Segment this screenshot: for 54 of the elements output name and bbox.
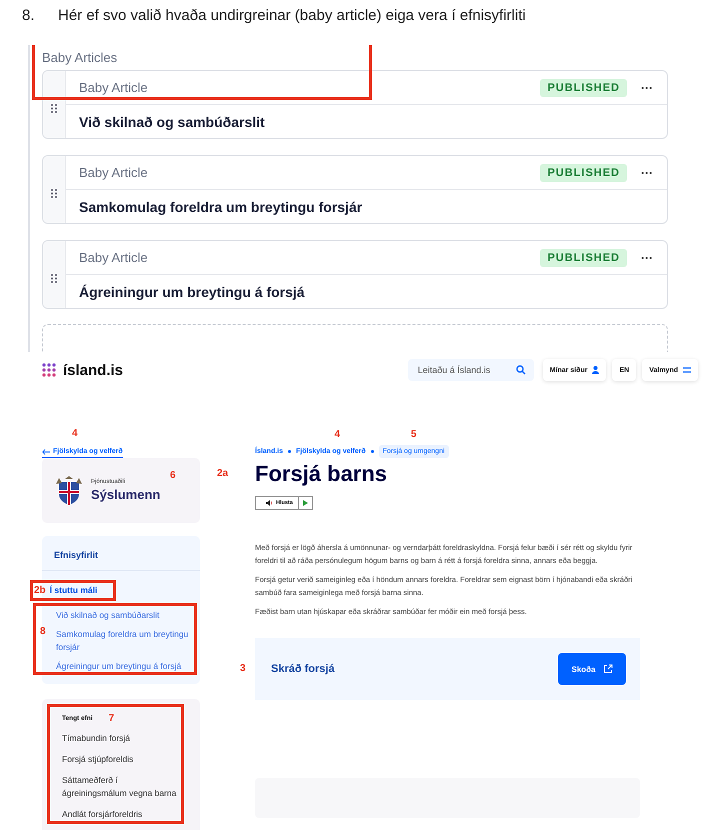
step-text: Hér ef svo valið hvaða undirgreinar (baby article) eiga vera í efnisyfirliti [58, 7, 526, 26]
related-link[interactable]: Andlát forsjárforeldris [62, 808, 181, 821]
cta-title: Skráð forsjá [271, 663, 335, 675]
step-number: 8. [22, 7, 36, 26]
speaker-icon [266, 500, 273, 506]
more-menu-button[interactable]: ··· [639, 166, 655, 180]
play-button[interactable] [298, 496, 313, 510]
arrow-left-icon [42, 448, 50, 454]
more-menu-button[interactable]: ··· [639, 250, 655, 264]
site-logo[interactable]: ísland.is [63, 362, 124, 378]
related-link[interactable]: Forsjá stjúpforeldis [62, 753, 181, 766]
view-button[interactable]: Skoða [558, 653, 626, 685]
annotation-number: 6 [170, 470, 176, 483]
breadcrumb-separator-icon [288, 450, 292, 453]
status-badge: PUBLISHED [540, 248, 627, 266]
play-icon [302, 500, 308, 506]
annotation-number: 8 [40, 626, 46, 639]
coat-of-arms-icon [56, 476, 82, 506]
toc-link[interactable]: Við skilnað og sambúðarslit [56, 609, 194, 622]
related-link[interactable]: Sáttameðferð í ágreiningsmálum vegna barna [62, 774, 181, 800]
toc-title: Efnisyfirlit [42, 540, 200, 571]
article-title[interactable]: Ágreiningur um breytingu á forsjá [66, 275, 667, 308]
organization-name[interactable]: Sýslumenn [91, 487, 160, 502]
status-badge: PUBLISHED [540, 78, 627, 96]
more-menu-button[interactable]: ··· [639, 80, 655, 94]
annotation-number: 2b [34, 585, 46, 596]
annotation-number: 4 [334, 429, 340, 442]
article-title: Forsjá barns [255, 460, 388, 488]
search-field[interactable]: Leitaðu á Ísland.is [408, 359, 534, 381]
drag-handle-icon[interactable] [51, 274, 57, 283]
type-label: Baby Article [79, 165, 149, 180]
breadcrumb-separator-icon [370, 450, 374, 453]
menu-icon [683, 367, 691, 373]
annotation-number: 7 [108, 713, 114, 724]
external-link-icon [602, 664, 612, 674]
related-link[interactable]: Tímabundin forsjá [62, 732, 181, 745]
type-label: Baby Article [79, 250, 149, 265]
toc-link[interactable]: Samkomulag foreldra um breytingu forsjár [56, 628, 194, 654]
status-badge: PUBLISHED [540, 164, 627, 182]
article-title[interactable]: Við skilnað og sambúðarslit [66, 105, 667, 138]
drag-handle-icon[interactable] [51, 104, 57, 113]
toc-link[interactable]: Í stuttu máli [50, 584, 98, 597]
logo-dots-icon [42, 363, 56, 377]
type-label: Baby Article [79, 80, 149, 95]
annotation-number: 3 [240, 663, 246, 674]
toc-link[interactable]: Ágreiningur um breytingu á forsjá [56, 660, 194, 673]
annotation-number: 5 [410, 429, 416, 442]
annotation-number: 4 [71, 428, 78, 441]
person-icon [592, 366, 600, 374]
search-icon[interactable] [516, 365, 526, 375]
section-label: Baby Articles [42, 49, 118, 67]
drag-handle-icon[interactable] [51, 189, 57, 198]
annotation-number: 2a [217, 468, 228, 481]
article-title[interactable]: Samkomulag foreldra um breytingu forsjár [66, 190, 667, 223]
